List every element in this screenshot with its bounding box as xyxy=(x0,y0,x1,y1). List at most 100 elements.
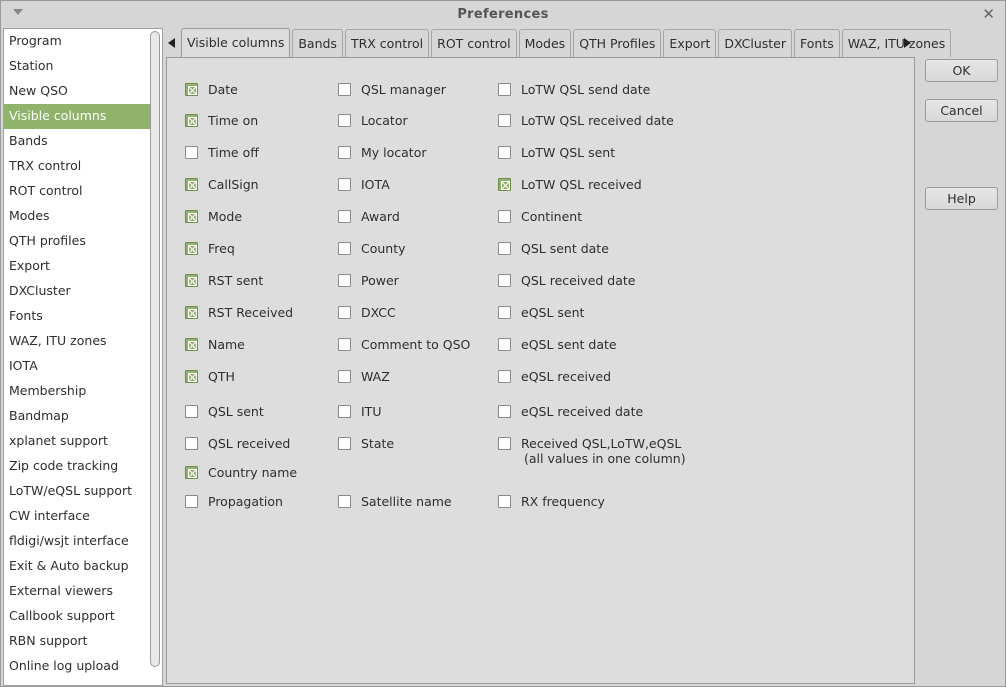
column-option[interactable]: Country name xyxy=(185,464,297,480)
tab[interactable]: DXCluster xyxy=(718,29,792,57)
checkbox[interactable] xyxy=(185,369,198,383)
sidebar-item[interactable]: Modes xyxy=(4,204,150,229)
sidebar-item[interactable]: ROT control xyxy=(4,179,150,204)
column-option[interactable]: Freq xyxy=(185,240,235,256)
checkbox[interactable] xyxy=(338,82,351,96)
sidebar-item[interactable]: CW interface xyxy=(4,504,150,529)
sidebar-item[interactable]: TRX control xyxy=(4,154,150,179)
checkbox[interactable] xyxy=(498,82,511,96)
column-option[interactable]: WAZ xyxy=(338,368,390,384)
column-option[interactable]: QTH xyxy=(185,368,235,384)
checkbox[interactable] xyxy=(338,337,351,351)
checkbox[interactable] xyxy=(185,209,198,223)
column-option[interactable]: Locator xyxy=(338,112,408,128)
sidebar-item[interactable]: fldigi/wsjt interface xyxy=(4,529,150,554)
help-button[interactable]: Help xyxy=(925,187,998,210)
checkbox[interactable] xyxy=(498,177,511,191)
sidebar-scrollbar[interactable] xyxy=(150,31,160,667)
column-option[interactable]: RX frequency xyxy=(498,493,605,509)
checkbox[interactable] xyxy=(185,145,198,159)
column-option[interactable]: Date xyxy=(185,81,238,97)
sidebar-item[interactable]: Membership xyxy=(4,379,150,404)
checkbox[interactable] xyxy=(338,436,351,450)
checkbox[interactable] xyxy=(338,404,351,418)
checkbox[interactable] xyxy=(338,494,351,508)
tab-scroll-right-icon[interactable] xyxy=(904,38,911,48)
column-option[interactable]: Mode xyxy=(185,208,242,224)
column-option[interactable]: LoTW QSL sent xyxy=(498,144,615,160)
sidebar-item[interactable]: Callbook support xyxy=(4,604,150,629)
column-option[interactable]: My locator xyxy=(338,144,427,160)
checkbox[interactable] xyxy=(185,113,198,127)
checkbox[interactable] xyxy=(498,369,511,383)
sidebar-item[interactable]: Zip code tracking xyxy=(4,454,150,479)
tab[interactable]: Visible columns xyxy=(181,28,291,57)
column-option[interactable]: Received QSL,LoTW,eQSL xyxy=(498,435,681,451)
sidebar-item[interactable]: xplanet support xyxy=(4,429,150,454)
checkbox[interactable] xyxy=(338,241,351,255)
column-option[interactable]: County xyxy=(338,240,406,256)
checkbox[interactable] xyxy=(185,436,198,450)
checkbox[interactable] xyxy=(338,273,351,287)
checkbox[interactable] xyxy=(185,177,198,191)
sidebar-item[interactable]: Bandmap xyxy=(4,404,150,429)
checkbox[interactable] xyxy=(338,369,351,383)
tab[interactable]: ROT control xyxy=(431,29,517,57)
sidebar-item[interactable]: Bands xyxy=(4,129,150,154)
checkbox[interactable] xyxy=(185,82,198,96)
tab[interactable]: Bands xyxy=(292,29,343,57)
window-menu-icon[interactable] xyxy=(13,9,23,15)
tab[interactable]: TRX control xyxy=(344,29,430,57)
checkbox[interactable] xyxy=(185,241,198,255)
checkbox[interactable] xyxy=(185,305,198,319)
column-option[interactable]: ITU xyxy=(338,403,381,419)
column-option[interactable]: DXCC xyxy=(338,304,396,320)
column-option[interactable]: Name xyxy=(185,336,245,352)
checkbox[interactable] xyxy=(338,177,351,191)
checkbox[interactable] xyxy=(338,209,351,223)
column-option[interactable]: QSL sent date xyxy=(498,240,609,256)
checkbox[interactable] xyxy=(498,145,511,159)
tab-scroll-left-icon[interactable] xyxy=(168,38,175,48)
column-option[interactable]: Satellite name xyxy=(338,493,452,509)
tab[interactable]: WAZ, ITU zones xyxy=(841,29,952,57)
column-option[interactable]: Time off xyxy=(185,144,259,160)
checkbox[interactable] xyxy=(185,494,198,508)
column-option[interactable]: QSL received date xyxy=(498,272,635,288)
sidebar-item[interactable]: WAZ, ITU zones xyxy=(4,329,150,354)
checkbox[interactable] xyxy=(185,337,198,351)
checkbox[interactable] xyxy=(498,494,511,508)
checkbox[interactable] xyxy=(498,436,511,450)
sidebar-item[interactable]: Program xyxy=(4,29,150,54)
column-option[interactable]: IOTA xyxy=(338,176,390,192)
sidebar-item[interactable]: Exit & Auto backup xyxy=(4,554,150,579)
column-option[interactable]: QSL manager xyxy=(338,81,446,97)
checkbox[interactable] xyxy=(498,241,511,255)
checkbox[interactable] xyxy=(498,305,511,319)
checkbox[interactable] xyxy=(498,113,511,127)
checkbox[interactable] xyxy=(498,209,511,223)
column-option[interactable]: LoTW QSL received date xyxy=(498,112,674,128)
close-icon[interactable]: ✕ xyxy=(982,6,995,22)
checkbox[interactable] xyxy=(338,145,351,159)
tab[interactable]: QTH Profiles xyxy=(573,29,662,57)
column-option[interactable]: CallSign xyxy=(185,176,259,192)
column-option[interactable]: eQSL sent date xyxy=(498,336,617,352)
sidebar-item[interactable]: QTH profiles xyxy=(4,229,150,254)
sidebar-item[interactable]: DXCluster xyxy=(4,279,150,304)
tab[interactable]: Modes xyxy=(518,29,572,57)
sidebar-item[interactable]: Export xyxy=(4,254,150,279)
sidebar-item[interactable]: Visible columns xyxy=(4,104,150,129)
column-option[interactable]: State xyxy=(338,435,394,451)
sidebar-item[interactable]: External viewers xyxy=(4,579,150,604)
checkbox[interactable] xyxy=(498,404,511,418)
sidebar-item[interactable]: Online log upload xyxy=(4,654,150,679)
checkbox[interactable] xyxy=(185,273,198,287)
sidebar-item[interactable]: LoTW/eQSL support xyxy=(4,479,150,504)
checkbox[interactable] xyxy=(498,337,511,351)
column-option[interactable]: QSL sent xyxy=(185,403,264,419)
sidebar-item[interactable]: IOTA xyxy=(4,354,150,379)
checkbox[interactable] xyxy=(338,305,351,319)
column-option[interactable]: LoTW QSL send date xyxy=(498,81,650,97)
checkbox[interactable] xyxy=(185,404,198,418)
